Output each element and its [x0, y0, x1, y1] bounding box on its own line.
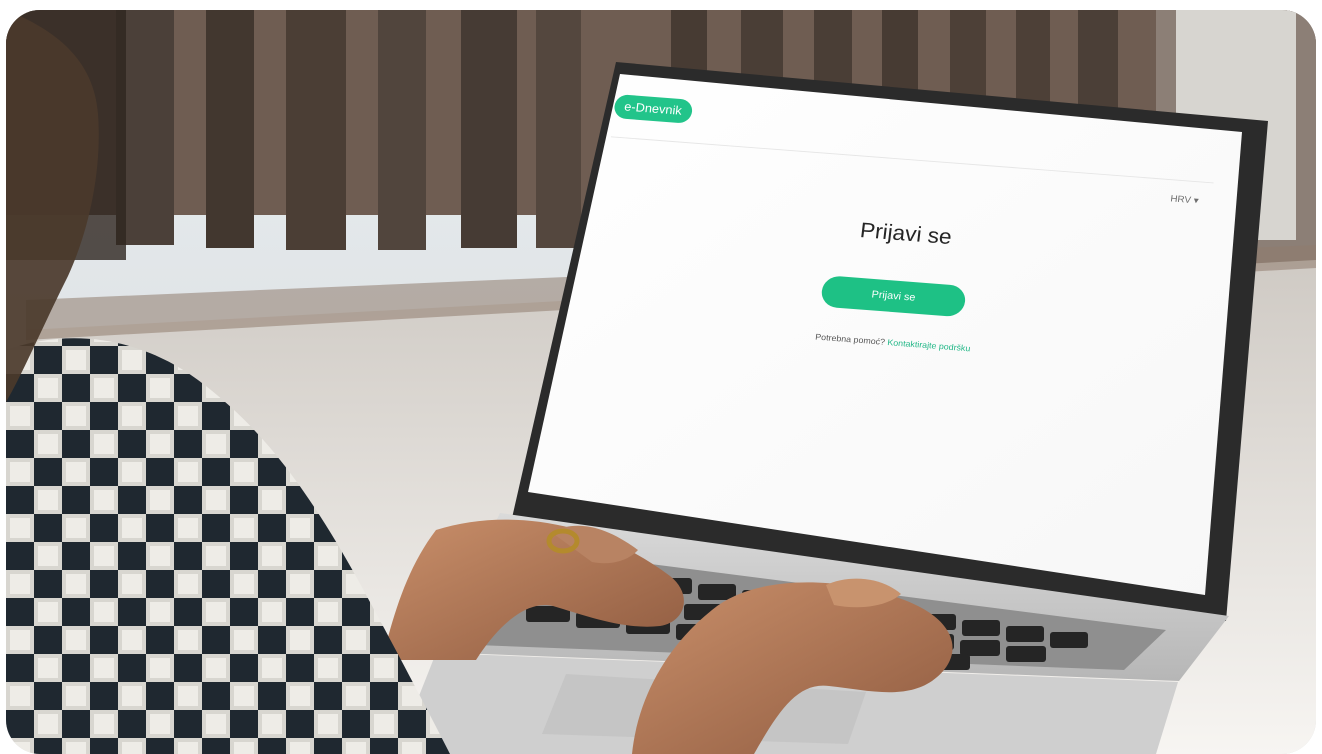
help-text: Potrebna pomoć? Kontaktirajte podršku [589, 315, 1198, 371]
photo-frame: e-Dnevnik HRV ▾ Prijavi se Prijavi se Po… [6, 10, 1316, 754]
support-link[interactable]: Kontaktirajte podršku [887, 338, 971, 354]
header-divider [610, 136, 1214, 184]
login-screen: e-Dnevnik HRV ▾ Prijavi se Prijavi se Po… [570, 94, 1224, 527]
help-prefix: Potrebna pomoć? [814, 332, 886, 347]
page-title: Prijavi se [858, 217, 954, 249]
brand-logo[interactable]: e-Dnevnik [613, 94, 693, 124]
language-selector[interactable]: HRV ▾ [1170, 194, 1199, 206]
login-button[interactable]: Prijavi se [820, 275, 967, 318]
